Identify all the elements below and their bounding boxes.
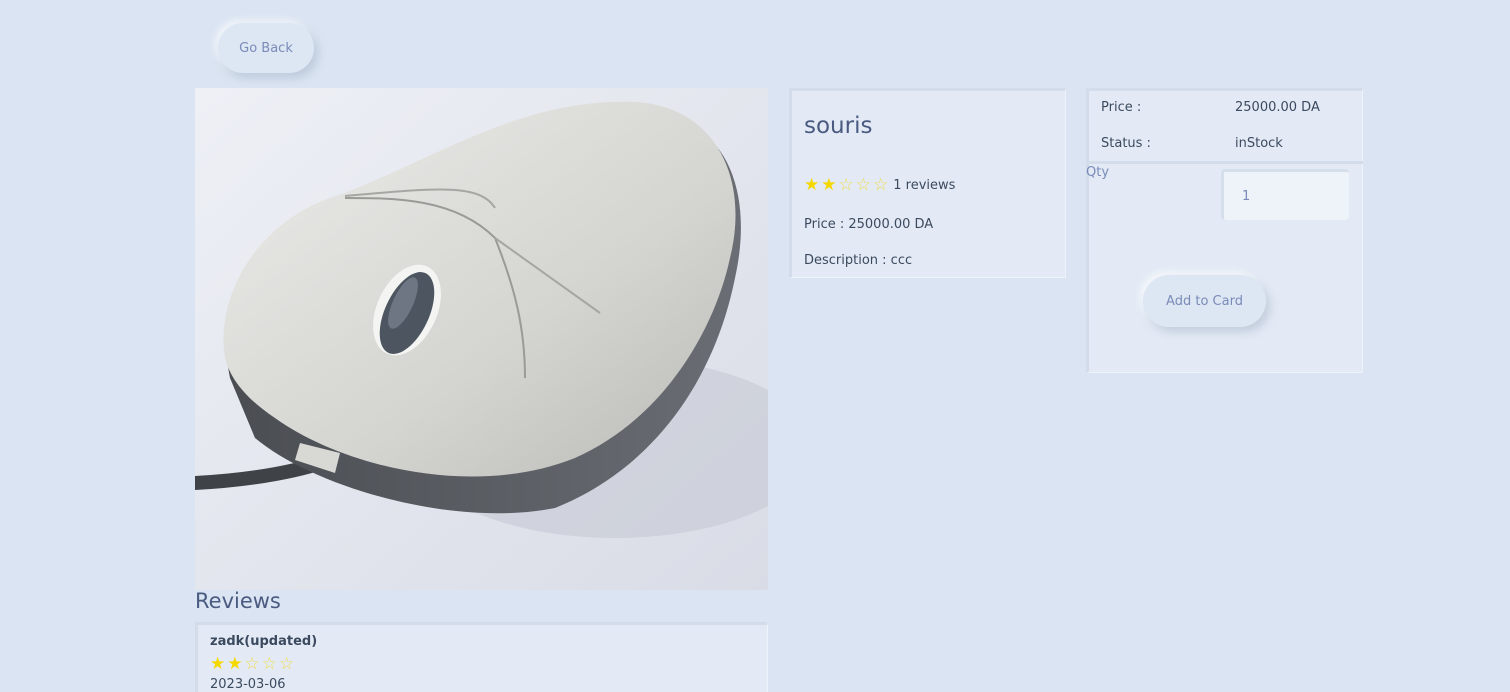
star-icon: ★ xyxy=(821,175,837,195)
status-value: inStock xyxy=(1235,136,1283,151)
star-outline-icon: ☆ xyxy=(244,654,260,674)
star-icon: ★ xyxy=(804,175,820,195)
price-row: Price : 25000.00 DA xyxy=(1101,100,1356,115)
product-description: Description : ccc xyxy=(804,253,913,268)
review-author: zadk(updated) xyxy=(210,634,318,649)
add-to-cart-button[interactable]: Add to Card xyxy=(1143,275,1266,327)
qty-input[interactable] xyxy=(1221,169,1349,220)
status-label: Status : xyxy=(1101,136,1151,151)
star-icon: ★ xyxy=(210,654,226,674)
product-image xyxy=(195,88,768,590)
review-rating: ★ ★ ☆ ☆ ☆ xyxy=(210,656,296,673)
product-info-card: souris ★ ★ ☆ ☆ ☆ 1 reviews Price : 25000… xyxy=(789,88,1066,278)
star-outline-icon: ☆ xyxy=(873,175,889,195)
price-label: Price : xyxy=(1101,100,1142,115)
product-page: Go Back souris ★ ★ ☆ ☆ ☆ 1 reviews Price… xyxy=(0,0,1510,692)
review-date: 2023-03-06 xyxy=(210,677,286,692)
star-outline-icon: ☆ xyxy=(838,175,854,195)
go-back-button[interactable]: Go Back xyxy=(218,23,314,73)
reviews-count: 1 reviews xyxy=(893,178,956,193)
product-rating: ★ ★ ☆ ☆ ☆ 1 reviews xyxy=(804,177,955,194)
product-name: souris xyxy=(804,113,873,139)
review-item: zadk(updated) ★ ★ ☆ ☆ ☆ 2023-03-06 xyxy=(195,622,768,692)
product-price: Price : 25000.00 DA xyxy=(804,217,934,232)
star-outline-icon: ☆ xyxy=(855,175,871,195)
qty-label: Qty xyxy=(1086,165,1110,180)
status-row: Status : inStock xyxy=(1101,136,1356,151)
star-outline-icon: ☆ xyxy=(261,654,277,674)
star-icon: ★ xyxy=(227,654,243,674)
star-outline-icon: ☆ xyxy=(279,654,295,674)
reviews-heading: Reviews xyxy=(195,589,281,613)
mouse-illustration xyxy=(195,88,768,590)
price-value: 25000.00 DA xyxy=(1235,100,1320,115)
divider xyxy=(1086,161,1363,164)
purchase-card: Price : 25000.00 DA Status : inStock Qty… xyxy=(1086,88,1363,373)
